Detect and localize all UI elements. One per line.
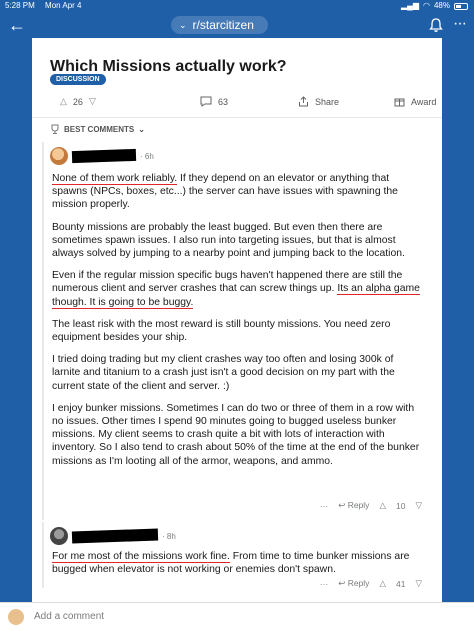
redacted-username	[71, 528, 159, 544]
share-button[interactable]: Share	[298, 96, 339, 107]
reply-button[interactable]: ↩ Reply	[338, 500, 369, 511]
upvote-icon[interactable]: △	[60, 96, 67, 107]
signal-icon: ▂▄▆	[401, 1, 419, 10]
comment-icon[interactable]	[200, 96, 212, 107]
post-vote-count: 26	[72, 96, 83, 107]
post-actions: △ 26 ▽ 63 Share Award	[50, 96, 436, 112]
comment-paragraph: The least risk with the most reward is s…	[52, 318, 391, 344]
comment-footer: ··· ↩ Reply △ 10 ▽	[320, 500, 422, 511]
comment-paragraph: I tried doing trading but my client cras…	[52, 354, 395, 392]
comment-header: · 6h	[50, 146, 154, 166]
post-sheet: Which Missions actually work? DISCUSSION…	[32, 38, 442, 631]
comment-composer[interactable]: Add a comment	[0, 602, 474, 631]
chevron-down-icon[interactable]: ⌄⌄	[458, 556, 474, 572]
battery-icon	[454, 2, 468, 10]
post-comment-count: 63	[218, 96, 229, 107]
subreddit-pill[interactable]: ⌄ r/starcitizen	[171, 16, 268, 34]
comment-header: · 8h	[50, 526, 176, 546]
award-button[interactable]: Award	[394, 96, 436, 107]
comment-input[interactable]: Add a comment	[34, 611, 104, 622]
redacted-username	[71, 148, 137, 164]
avatar	[8, 609, 24, 625]
share-label: Share	[315, 96, 340, 107]
avatar[interactable]	[50, 527, 68, 545]
sort-label: BEST COMMENTS	[64, 124, 135, 134]
comment: · 6h None of them work reliably. If they…	[42, 142, 432, 520]
divider	[32, 117, 442, 118]
status-bar: 5:28 PM Mon Apr 4 ▂▄▆ ◠ 48%	[0, 0, 474, 12]
more-icon[interactable]: ···	[320, 501, 329, 511]
trophy-icon	[51, 124, 59, 134]
status-time: 5:28 PM	[5, 1, 35, 10]
post-flair[interactable]: DISCUSSION	[50, 74, 106, 85]
back-arrow-icon[interactable]: ←	[8, 15, 26, 35]
battery-percent: 48%	[433, 1, 450, 10]
comment-age: · 6h	[140, 151, 154, 161]
downvote-icon[interactable]: ▽	[89, 96, 96, 107]
top-nav: ← ⌄ r/starcitizen ···	[0, 12, 474, 38]
reply-icon: ↩	[338, 500, 346, 510]
more-icon[interactable]: ···	[320, 579, 329, 589]
comment: · 8h For me most of the missions work fi…	[42, 522, 432, 589]
more-icon[interactable]: ···	[453, 16, 467, 32]
subreddit-name: r/starcitizen	[192, 18, 254, 32]
chevron-down-icon: ⌄	[179, 20, 187, 30]
wifi-icon: ◠	[423, 1, 430, 10]
avatar[interactable]	[50, 147, 68, 165]
downvote-icon[interactable]: ▽	[415, 578, 422, 589]
comment-paragraph: Even if the regular mission specific bug…	[52, 270, 420, 309]
comment-paragraph: None of them work reliably. If they depe…	[52, 173, 398, 211]
comment-vote-count: 41	[395, 578, 406, 589]
comment-footer: ··· ↩ Reply △ 41 ▽	[320, 578, 422, 589]
comment-paragraph: Bounty missions are probably the least b…	[52, 221, 405, 260]
comment-age: · 8h	[162, 531, 176, 541]
share-icon	[299, 96, 308, 107]
status-date: Mon Apr 4	[45, 1, 82, 10]
reply-button[interactable]: ↩ Reply	[338, 578, 369, 589]
downvote-icon[interactable]: ▽	[415, 500, 422, 511]
award-icon	[394, 98, 405, 107]
comment-vote-count: 10	[395, 500, 406, 511]
comment-paragraph: I enjoy bunker missions. Sometimes I can…	[52, 402, 420, 467]
sort-selector[interactable]: BEST COMMENTS ⌄	[50, 124, 145, 134]
upvote-icon[interactable]: △	[379, 500, 386, 511]
comment-paragraph: For me most of the missions work fine. F…	[52, 551, 410, 576]
award-label: Award	[411, 96, 437, 107]
bell-icon[interactable]	[428, 17, 444, 33]
comment-body: None of them work reliably. If they depe…	[52, 172, 424, 477]
chevron-down-icon: ⌄	[138, 124, 145, 134]
upvote-icon[interactable]: △	[379, 578, 386, 589]
reply-icon: ↩	[338, 578, 346, 588]
